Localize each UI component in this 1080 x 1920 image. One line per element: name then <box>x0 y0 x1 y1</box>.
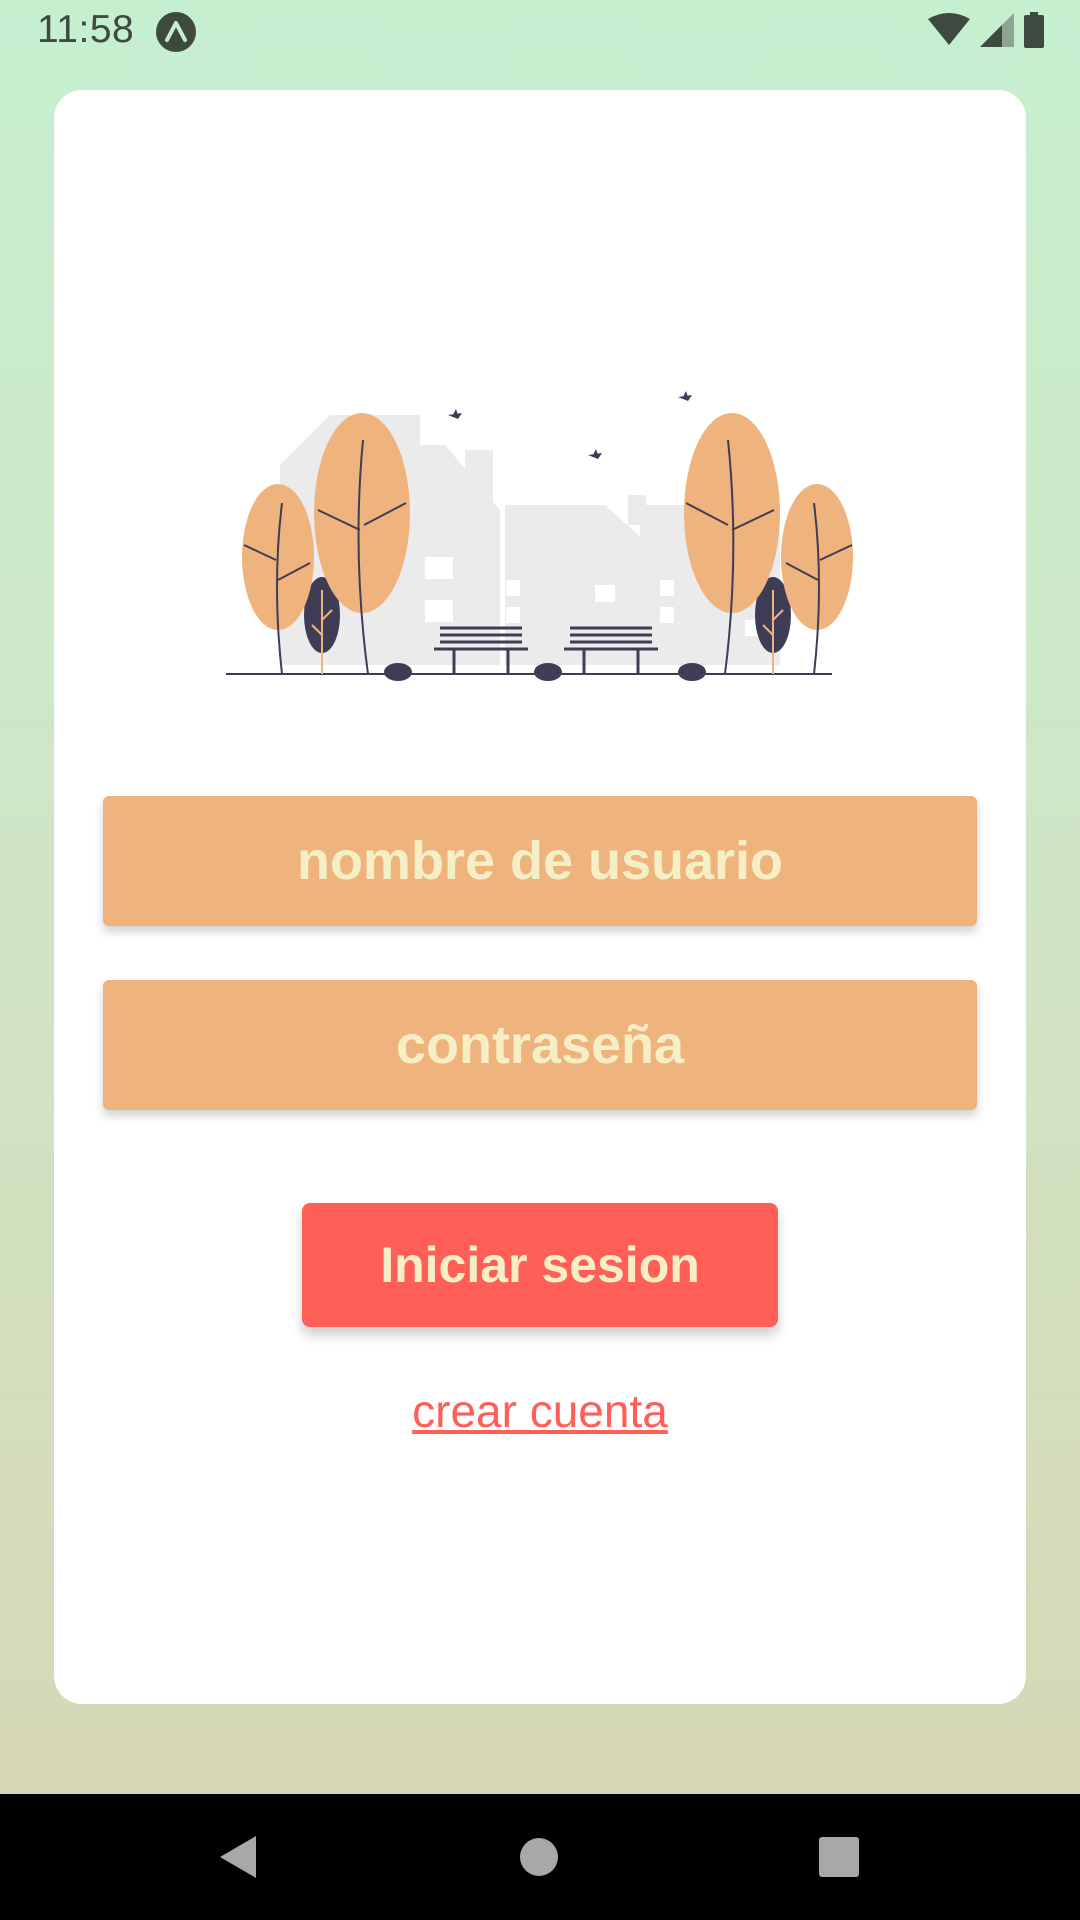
back-icon[interactable] <box>214 1832 264 1882</box>
navigation-bar <box>0 1794 1080 1920</box>
expo-icon <box>156 12 196 52</box>
home-icon[interactable] <box>514 1832 564 1882</box>
status-bar: 11:58 <box>0 0 1080 64</box>
create-account-link[interactable]: crear cuenta <box>0 1384 1080 1438</box>
status-time: 11:58 <box>37 8 135 51</box>
login-button[interactable]: Iniciar sesion <box>302 1203 778 1327</box>
username-input[interactable] <box>103 796 977 926</box>
recents-icon[interactable] <box>814 1832 864 1882</box>
cellular-signal-icon <box>980 12 1014 52</box>
battery-icon <box>1024 11 1044 53</box>
wifi-icon <box>928 12 970 52</box>
park-illustration <box>220 385 860 685</box>
password-input[interactable] <box>103 980 977 1110</box>
status-icons <box>928 11 1044 53</box>
